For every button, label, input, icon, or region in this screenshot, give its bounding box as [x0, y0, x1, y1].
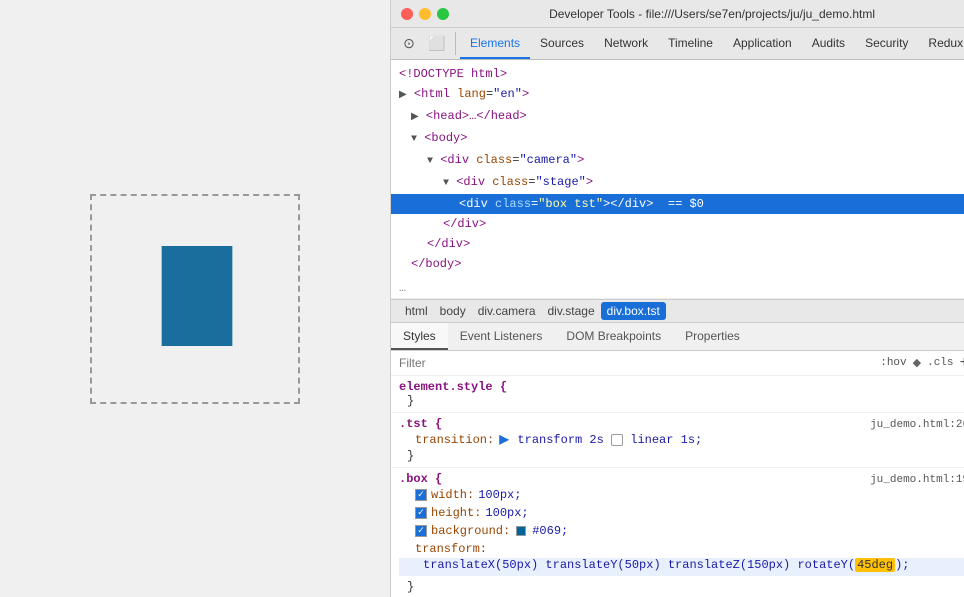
- rule-box-header: .box { ju_demo.html:19: [399, 472, 964, 486]
- style-tabs: Styles Event Listeners DOM Breakpoints P…: [391, 323, 964, 351]
- tab-styles[interactable]: Styles: [391, 323, 448, 350]
- tab-application[interactable]: Application: [723, 28, 802, 59]
- add-rule-button[interactable]: +: [960, 354, 964, 372]
- device-icon[interactable]: ⬜: [423, 28, 451, 59]
- devtools-tabs: ⊙ ⬜ Elements Sources Network Timeline Ap…: [391, 28, 964, 60]
- rule-tst: .tst { ju_demo.html:26 transition: trans…: [391, 413, 964, 468]
- tree-close-div2: </div>: [391, 234, 964, 254]
- rule-tst-closing: }: [399, 449, 964, 463]
- styles-panel: :hov ◆ .cls + element.style { } .tst { j…: [391, 351, 964, 597]
- rule-tst-body: transition: transform 2s linear 1s;: [399, 431, 964, 449]
- tab-sources[interactable]: Sources: [530, 28, 594, 59]
- rule-tst-selector[interactable]: .tst {: [399, 417, 442, 431]
- transition-arrow-icon: [499, 435, 509, 445]
- browser-preview: [0, 0, 390, 597]
- devtools-panel: Developer Tools - file:///Users/se7en/pr…: [390, 0, 964, 597]
- filter-input[interactable]: [399, 356, 872, 370]
- devtools-titlebar: Developer Tools - file:///Users/se7en/pr…: [391, 0, 964, 28]
- tree-doctype: <!DOCTYPE html>: [391, 64, 964, 84]
- tab-elements[interactable]: Elements: [460, 28, 530, 59]
- rule-closing-brace: }: [399, 394, 964, 408]
- height-checkbox[interactable]: [415, 507, 427, 519]
- rule-box-selector[interactable]: .box {: [399, 472, 442, 486]
- tab-network[interactable]: Network: [594, 28, 658, 59]
- hov-label[interactable]: :hov: [880, 357, 906, 369]
- tree-close-body: </body>: [391, 254, 964, 274]
- tree-close-div1: </div>: [391, 214, 964, 234]
- tree-camera[interactable]: ▼ <div class="camera">: [391, 150, 964, 172]
- bc-camera[interactable]: div.camera: [472, 302, 542, 320]
- rule-selector: element.style {: [399, 380, 507, 394]
- canvas-area: [90, 194, 300, 404]
- rule-box-body: width: 100px; height: 100px; background:…: [399, 486, 964, 558]
- rule-box-source[interactable]: ju_demo.html:19: [870, 474, 964, 486]
- close-button[interactable]: [401, 8, 413, 20]
- bc-body[interactable]: body: [434, 302, 472, 320]
- bc-html[interactable]: html: [399, 302, 434, 320]
- tree-head[interactable]: ▶ <head>…</head>: [391, 106, 964, 128]
- diamond-icon: ◆: [913, 356, 921, 370]
- tree-html[interactable]: ▶ <html lang="en">: [391, 84, 964, 106]
- tab-audits[interactable]: Audits: [802, 28, 855, 59]
- box-3d: [162, 246, 233, 346]
- tab-dom-breakpoints[interactable]: DOM Breakpoints: [554, 323, 673, 350]
- css-prop-transition: transition: transform 2s linear 1s;: [415, 431, 964, 449]
- css-prop-transform-label: transform:: [415, 540, 964, 558]
- tab-event-listeners[interactable]: Event Listeners: [448, 323, 555, 350]
- tab-timeline[interactable]: Timeline: [658, 28, 723, 59]
- filter-controls: :hov ◆ .cls +: [880, 354, 964, 372]
- tree-ellipsis: …: [391, 278, 964, 299]
- filter-bar: :hov ◆ .cls +: [391, 351, 964, 376]
- rule-element-style: element.style { }: [391, 376, 964, 413]
- devtools-title: Developer Tools - file:///Users/se7en/pr…: [457, 7, 964, 21]
- cls-label[interactable]: .cls: [927, 357, 953, 369]
- tree-stage[interactable]: ▼ <div class="stage">: [391, 172, 964, 194]
- traffic-lights: [401, 8, 449, 20]
- tab-security[interactable]: Security: [855, 28, 918, 59]
- bc-box[interactable]: div.box.tst: [601, 302, 666, 320]
- css-prop-background: background: #069;: [415, 522, 964, 540]
- cursor-icon[interactable]: ⊙: [395, 28, 423, 59]
- tab-properties[interactable]: Properties: [673, 323, 752, 350]
- rule-box-closing: }: [399, 580, 964, 594]
- css-prop-transform-val[interactable]: translateX(50px) translateY(50px) transl…: [399, 558, 964, 576]
- rule-tst-header: .tst { ju_demo.html:26: [399, 417, 964, 431]
- maximize-button[interactable]: [437, 8, 449, 20]
- rule-element-style-header: element.style {: [399, 380, 964, 394]
- breadcrumb: html body div.camera div.stage div.box.t…: [391, 299, 964, 323]
- rule-tst-source[interactable]: ju_demo.html:26: [870, 419, 964, 431]
- background-checkbox[interactable]: [415, 525, 427, 537]
- tree-box[interactable]: <div class="box tst"></div> == $0: [391, 194, 964, 214]
- tree-body[interactable]: ▼ <body>: [391, 128, 964, 150]
- minimize-button[interactable]: [419, 8, 431, 20]
- html-tree: <!DOCTYPE html> ▶ <html lang="en"> ▶ <he…: [391, 60, 964, 278]
- linear-badge-icon: [611, 434, 623, 446]
- color-swatch[interactable]: [516, 526, 526, 536]
- css-prop-width: width: 100px;: [415, 486, 964, 504]
- bc-stage[interactable]: div.stage: [542, 302, 601, 320]
- tab-separator: [455, 32, 456, 55]
- rule-box: .box { ju_demo.html:19 width: 100px; hei…: [391, 468, 964, 597]
- width-checkbox[interactable]: [415, 489, 427, 501]
- css-prop-height: height: 100px;: [415, 504, 964, 522]
- tab-redux[interactable]: Redux: [918, 28, 964, 59]
